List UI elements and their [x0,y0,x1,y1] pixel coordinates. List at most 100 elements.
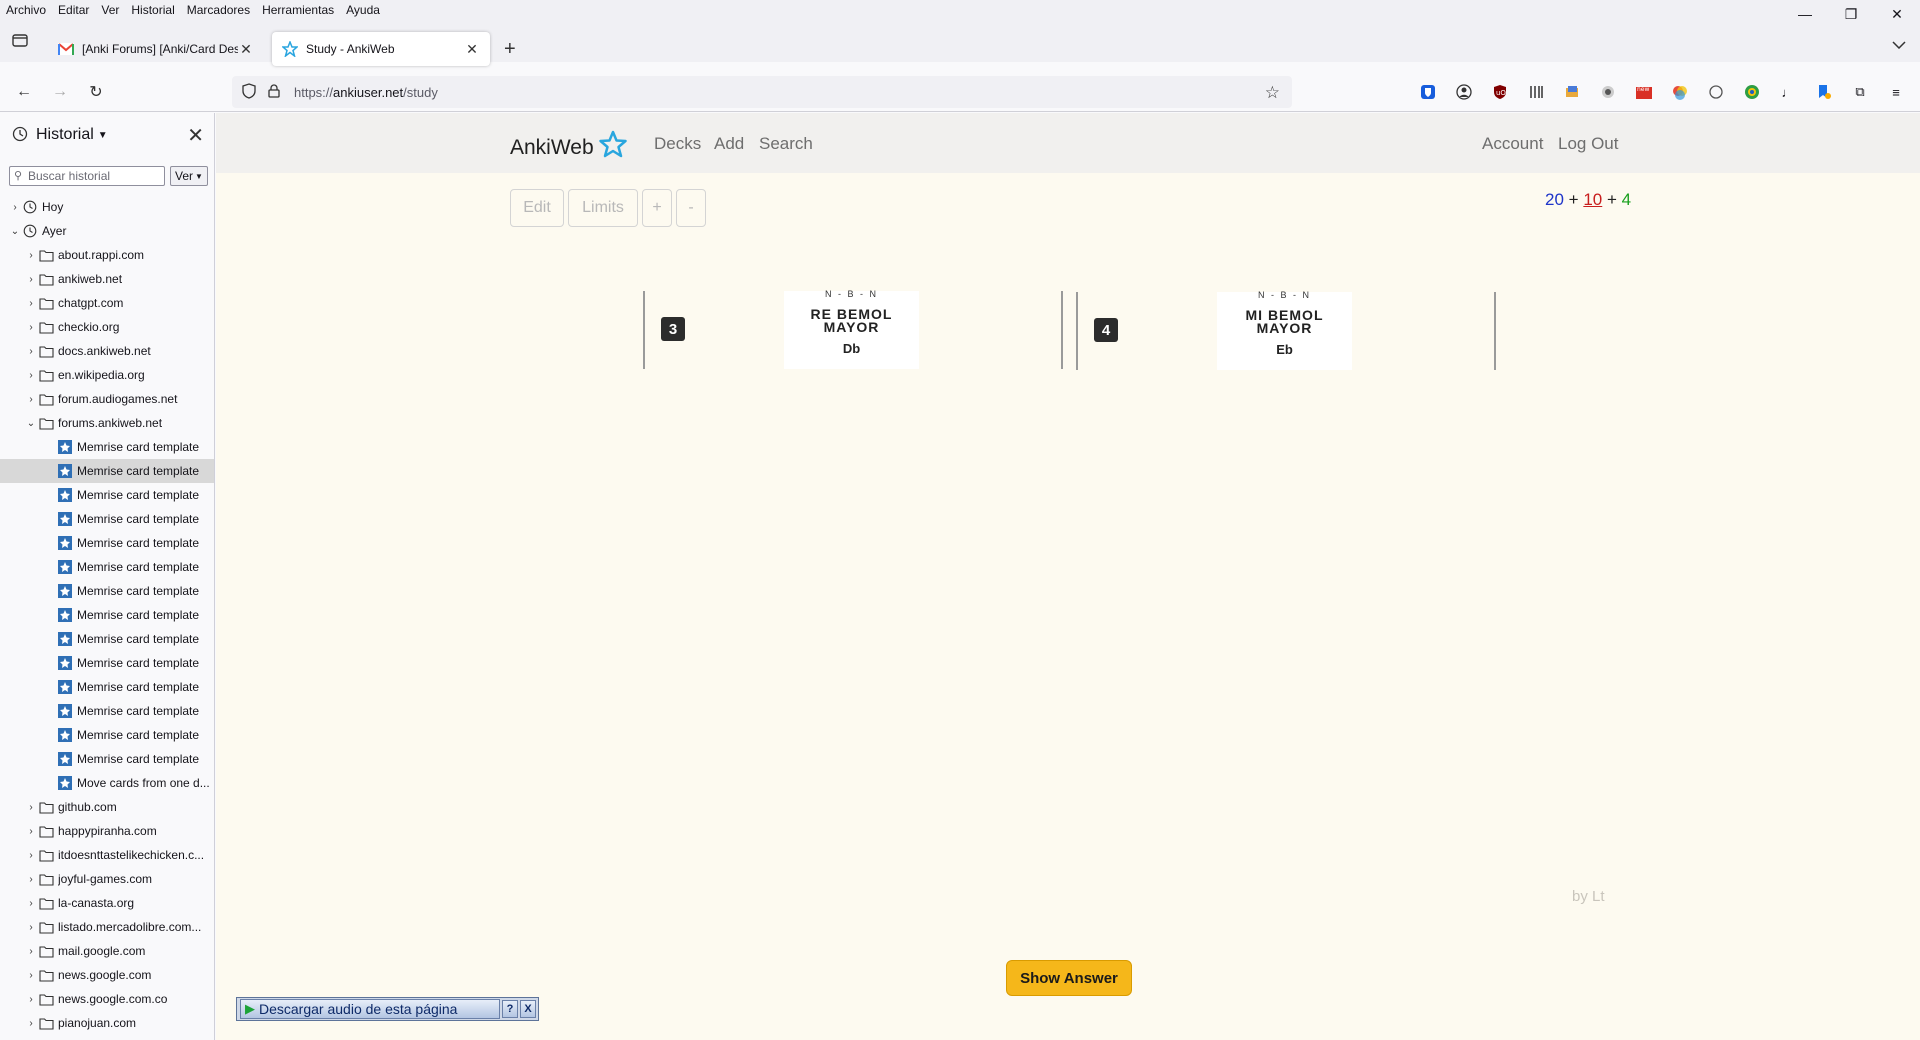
history-page-item[interactable]: Memrise card template [0,483,214,507]
history-group[interactable]: ⌄ Ayer [0,219,214,243]
list-all-tabs-icon[interactable] [1892,38,1906,52]
limits-button[interactable]: Limits [568,189,638,227]
history-page-item[interactable]: Memrise card template [0,747,214,771]
forward-icon[interactable]: → [48,80,72,104]
history-page-item[interactable]: Memrise card template [0,435,214,459]
lock-icon[interactable] [268,83,284,101]
tab-anki-forums[interactable]: [Anki Forums] [Anki/Card Design] ✕ [48,32,264,66]
help-button[interactable]: ? [502,1000,518,1018]
view-options-button[interactable]: Ver ▼ [170,166,208,186]
menu-herramientas[interactable]: Herramientas [256,0,340,20]
history-site-folder[interactable]: › joyful-games.com [0,867,214,891]
sidebar-title[interactable]: Historial [36,126,94,144]
history-page-item[interactable]: Memrise card template [0,651,214,675]
bookmark-extension-icon[interactable] [1814,82,1834,102]
history-page-item[interactable]: Memrise card template [0,555,214,579]
history-page-item[interactable]: Memrise card template [0,723,214,747]
history-site-folder[interactable]: › docs.ankiweb.net [0,339,214,363]
account-icon[interactable] [1454,82,1474,102]
menu-historial[interactable]: Historial [125,0,180,20]
library-icon[interactable] [1526,82,1546,102]
history-page-item[interactable]: Memrise card template [0,675,214,699]
menu-marcadores[interactable]: Marcadores [181,0,256,20]
show-answer-button[interactable]: Show Answer [1006,960,1132,996]
history-site-folder[interactable]: › en.wikipedia.org [0,363,214,387]
chevron-right-icon[interactable]: › [24,322,38,333]
history-site-folder[interactable]: › la-canasta.org [0,891,214,915]
sync-icon[interactable] [1706,82,1726,102]
chevron-right-icon[interactable]: › [24,922,38,933]
close-tab-icon[interactable]: ✕ [238,41,254,58]
chevron-down-icon[interactable]: ▼ [98,130,108,141]
history-page-item[interactable]: Memrise card template [0,507,214,531]
bookmark-star-icon[interactable]: ☆ [1265,83,1280,103]
menu-editar[interactable]: Editar [52,0,95,20]
history-search-input[interactable]: ⚲ Buscar historial [9,166,165,186]
chevron-right-icon[interactable]: › [24,850,38,861]
history-page-item[interactable]: Memrise card template [0,627,214,651]
chevron-right-icon[interactable]: › [24,1018,38,1029]
minus-button[interactable]: - [676,189,706,227]
extensions-puzzle-icon[interactable]: ⧉ [1850,82,1870,102]
chevron-right-icon[interactable]: › [24,994,38,1005]
nav-add-link[interactable]: Add [714,134,744,154]
close-sidebar-icon[interactable]: ✕ [187,123,204,148]
history-site-folder[interactable]: › github.com [0,795,214,819]
history-page-item[interactable]: Memrise card template [0,579,214,603]
reload-icon[interactable]: ↻ [84,80,108,104]
tracking-protection-icon[interactable] [242,82,258,102]
menu-ayuda[interactable]: Ayuda [340,0,386,20]
url-bar[interactable]: https://ankiuser.net/study ☆ [232,76,1292,108]
chevron-right-icon[interactable]: › [24,370,38,381]
tab-overview-icon[interactable] [10,30,30,50]
chevron-right-icon[interactable]: › [24,346,38,357]
history-site-folder[interactable]: › pianojuan.com [0,1011,214,1035]
chevron-right-icon[interactable]: › [24,946,38,957]
chevron-right-icon[interactable]: › [24,898,38,909]
history-site-folder[interactable]: › news.google.com [0,963,214,987]
history-page-item[interactable]: Memrise card template [0,531,214,555]
history-page-item[interactable]: Memrise card template [0,603,214,627]
close-tab-icon[interactable]: ✕ [464,41,480,58]
back-icon[interactable]: ← [12,80,36,104]
menu-ver[interactable]: Ver [95,0,125,20]
history-site-folder[interactable]: › chatgpt.com [0,291,214,315]
chevron-right-icon[interactable]: › [24,298,38,309]
history-site-folder[interactable]: › happypiranha.com [0,819,214,843]
menu-archivo[interactable]: Archivo [0,0,52,20]
chevron-right-icon[interactable]: › [24,274,38,285]
new-tab-icon[interactable]: + [504,38,516,61]
ankiweb-brand[interactable]: AnkiWeb [510,130,628,166]
chevron-right-icon[interactable]: › [24,826,38,837]
download-audio-button[interactable]: ▶ Descargar audio de esta página [240,999,500,1019]
chevron-right-icon[interactable]: › [8,202,22,213]
globe-extension-icon[interactable] [1742,82,1762,102]
app-menu-icon[interactable]: ≡ [1886,82,1906,102]
bitwarden-icon[interactable] [1418,82,1438,102]
history-page-item[interactable]: Memrise card template [0,699,214,723]
history-site-folder[interactable]: › mail.google.com [0,939,214,963]
history-site-folder[interactable]: › news.google.com.co [0,987,214,1011]
close-audio-bar-button[interactable]: X [520,1000,536,1018]
nav-search-link[interactable]: Search [759,134,813,154]
chevron-right-icon[interactable]: › [24,802,38,813]
chevron-right-icon[interactable]: › [24,874,38,885]
new-extension-icon[interactable]: new [1634,82,1654,102]
history-site-folder[interactable]: › listado.mercadolibre.com... [0,915,214,939]
chevron-right-icon[interactable]: › [24,970,38,981]
nav-decks-link[interactable]: Decks [654,134,701,154]
chevron-right-icon[interactable]: › [24,250,38,261]
edit-button[interactable]: Edit [510,189,564,227]
history-site-folder[interactable]: › forum.audiogames.net [0,387,214,411]
history-site-folder[interactable]: › checkio.org [0,315,214,339]
history-site-folder[interactable]: › about.rappi.com [0,243,214,267]
chevron-down-icon[interactable]: ⌄ [24,418,38,429]
ublock-icon[interactable]: uO [1490,82,1510,102]
history-site-folder[interactable]: › ankiweb.net [0,267,214,291]
history-group[interactable]: › Hoy [0,195,214,219]
history-site-folder[interactable]: ⌄ forums.ankiweb.net [0,411,214,435]
translate-icon[interactable] [1562,82,1582,102]
history-page-item[interactable]: Move cards from one d... [0,771,214,795]
color-extension-icon[interactable] [1670,82,1690,102]
chevron-right-icon[interactable]: › [24,394,38,405]
